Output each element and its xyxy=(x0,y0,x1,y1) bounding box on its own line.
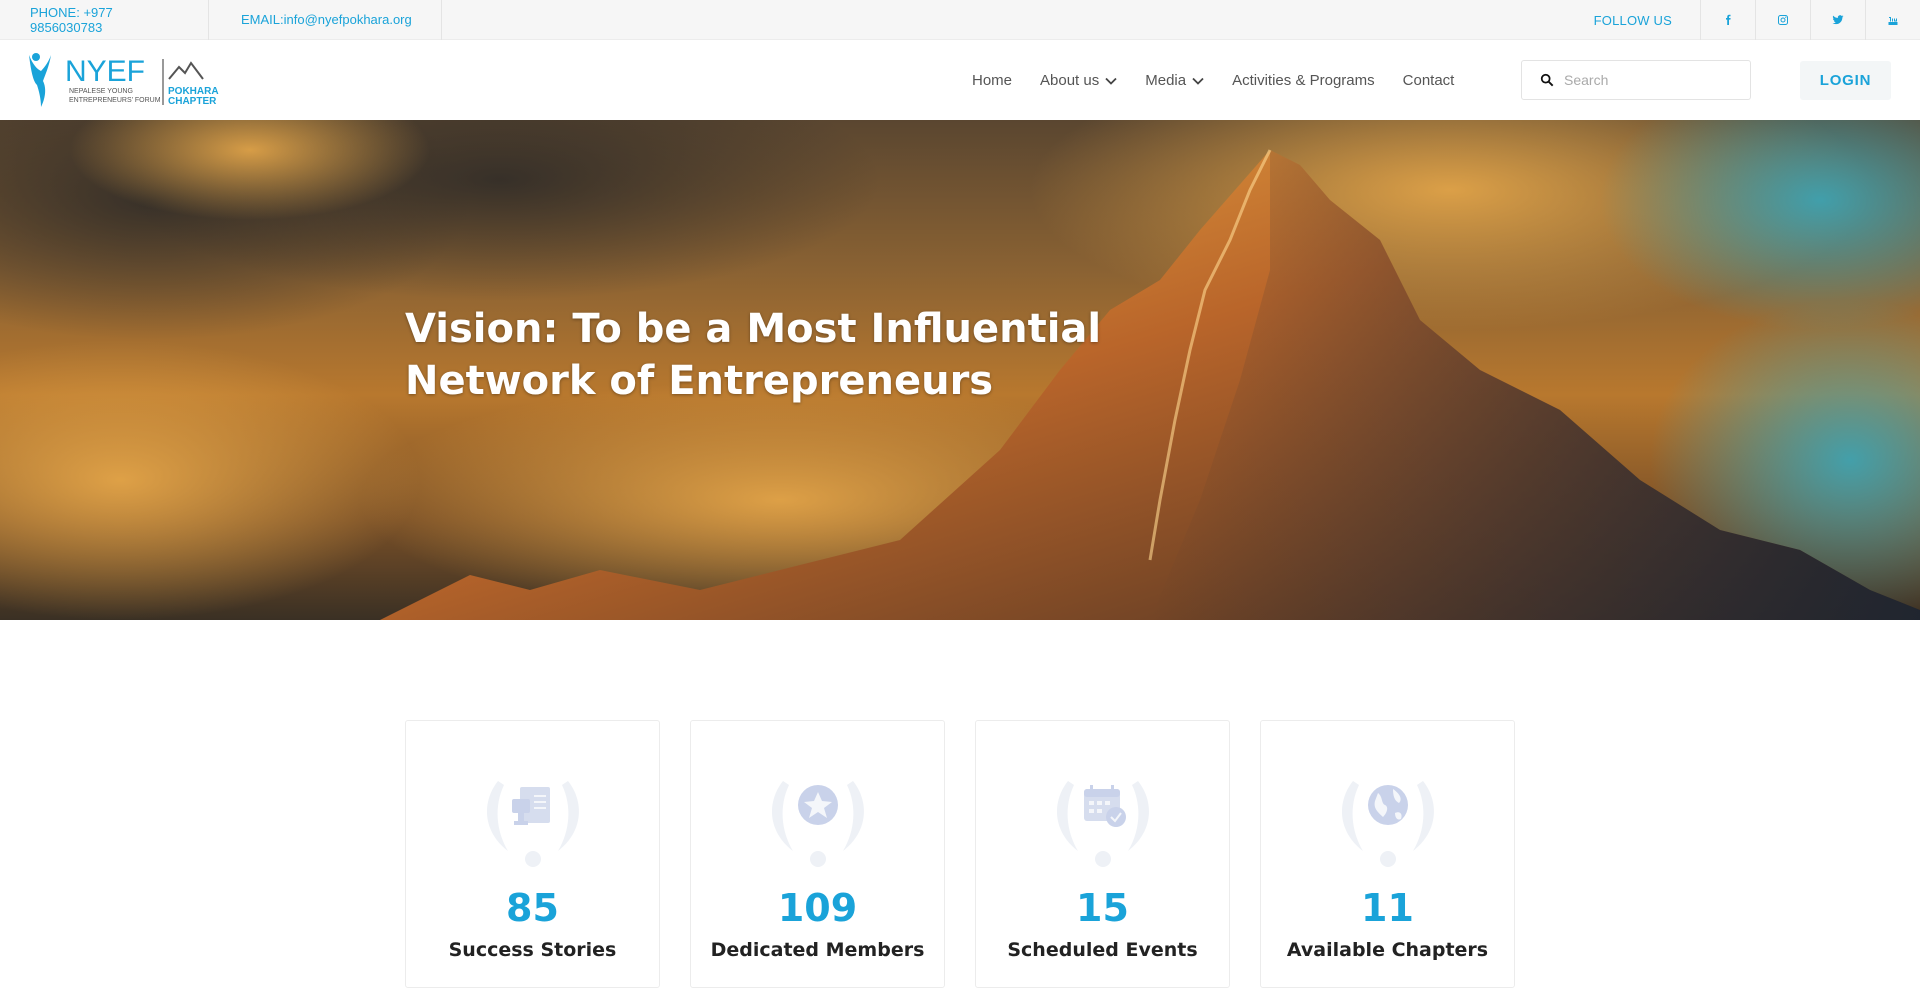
stat-number: 85 xyxy=(506,886,559,930)
stat-number: 15 xyxy=(1076,886,1129,930)
hero-title-line-1: Vision: To be a Most Influential xyxy=(405,306,1102,352)
social-links: FOLLOW US xyxy=(1594,0,1920,40)
hero-title: Vision: To be a Most Influential Network… xyxy=(405,303,1125,407)
hero-banner: Vision: To be a Most Influential Network… xyxy=(0,120,1920,620)
stat-label: Available Chapters xyxy=(1286,939,1489,961)
chevron-down-icon xyxy=(1192,77,1204,85)
follow-us-label: FOLLOW US xyxy=(1593,12,1672,28)
stats-section: 85 Success Stories 109 Dedicated Members xyxy=(405,720,1515,988)
login-button[interactable]: LOGIN xyxy=(1800,61,1891,100)
twitter-icon[interactable] xyxy=(1810,0,1865,40)
nav-label: Contact xyxy=(1402,72,1455,89)
laurel-badge xyxy=(1057,781,1149,867)
search-box xyxy=(1521,60,1751,100)
logo-brand-text: NYEF xyxy=(65,55,145,88)
calendar-check-icon xyxy=(1084,785,1126,827)
globe-icon xyxy=(1368,785,1408,825)
stat-label: Scheduled Events xyxy=(1007,939,1198,961)
laurel-badge xyxy=(1342,781,1434,867)
chevron-down-icon xyxy=(1105,77,1117,85)
laurel-badge xyxy=(772,781,864,867)
logo-line-1: NEPALESE YOUNG xyxy=(69,88,133,95)
main-nav: Home About us Media Activities & Program… xyxy=(958,41,1468,120)
stat-label: Dedicated Members xyxy=(710,939,925,961)
main-header: NYEF NEPALESE YOUNG ENTREPRENEURS' FORUM… xyxy=(0,41,1920,120)
star-icon xyxy=(798,785,838,825)
instagram-icon[interactable] xyxy=(1755,0,1810,40)
nav-label: Activities & Programs xyxy=(1232,72,1375,89)
laurel-badge xyxy=(487,781,579,867)
trophy-certificate-icon xyxy=(512,787,550,825)
nav-media[interactable]: Media xyxy=(1145,72,1204,89)
stat-card: 15 Scheduled Events xyxy=(975,720,1230,988)
nav-label: Home xyxy=(972,72,1013,89)
search-input[interactable] xyxy=(1564,72,1734,88)
stat-card: 11 Available Chapters xyxy=(1260,720,1515,988)
nav-about-us[interactable]: About us xyxy=(1040,72,1117,89)
hero-title-line-2: Network of Entrepreneurs xyxy=(405,358,994,404)
nav-label: About us xyxy=(1040,72,1100,89)
nav-label: Media xyxy=(1145,72,1187,89)
stat-card: 85 Success Stories xyxy=(405,720,660,988)
nyef-logo[interactable]: NYEF NEPALESE YOUNG ENTREPRENEURS' FORUM… xyxy=(27,51,222,111)
logo-chapter-line-2: CHAPTER xyxy=(168,96,217,107)
search-icon[interactable] xyxy=(1540,73,1554,87)
stat-number: 11 xyxy=(1361,886,1414,930)
stat-card: 109 Dedicated Members xyxy=(690,720,945,988)
nav-home[interactable]: Home xyxy=(972,72,1012,89)
nav-activities-programs[interactable]: Activities & Programs xyxy=(1232,72,1375,89)
youtube-icon[interactable] xyxy=(1865,0,1920,40)
stat-label: Success Stories xyxy=(448,939,617,961)
phone-contact[interactable]: PHONE: +977 9856030783 xyxy=(0,0,209,40)
facebook-icon[interactable] xyxy=(1700,0,1755,40)
email-contact[interactable]: EMAIL:info@nyefpokhara.org xyxy=(209,0,442,40)
logo-line-2: ENTREPRENEURS' FORUM xyxy=(69,97,161,104)
nav-contact[interactable]: Contact xyxy=(1403,72,1455,89)
top-bar: PHONE: +977 9856030783 EMAIL:info@nyefpo… xyxy=(0,0,1920,40)
stat-number: 109 xyxy=(777,886,858,930)
